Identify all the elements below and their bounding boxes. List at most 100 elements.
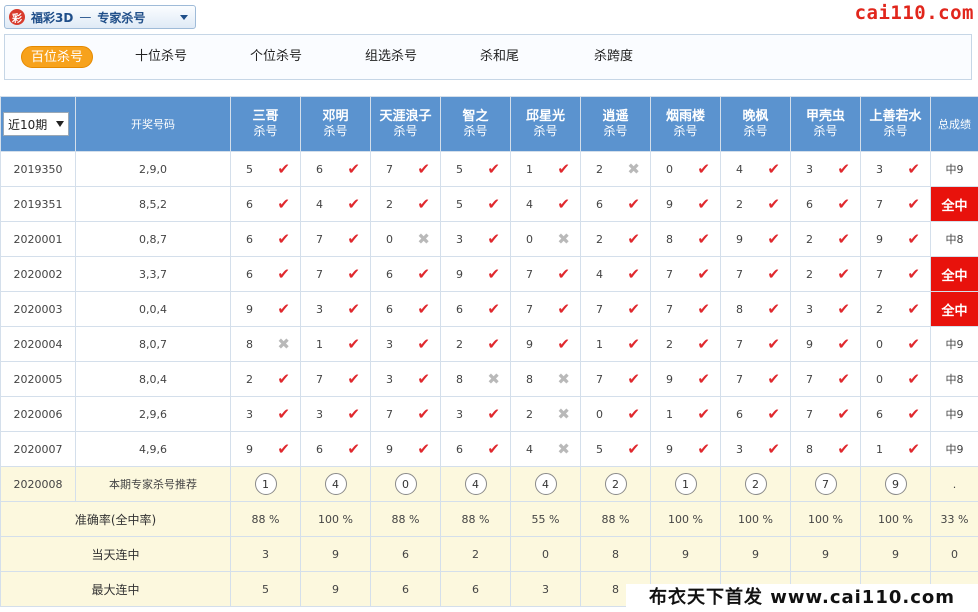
expert-header[interactable]: 智之 杀号 [440, 96, 511, 152]
kill-pick: 2 ✔ [791, 229, 860, 248]
expert-header[interactable]: 逍遥 杀号 [580, 96, 651, 152]
kill-number: 4 [526, 197, 533, 211]
kill-pick-cell: 9 ✔ [230, 291, 301, 327]
expert-name: 邓明 [322, 109, 349, 124]
expert-header[interactable]: 邱星光 杀号 [510, 96, 581, 152]
kill-pick: 2 ✔ [441, 336, 510, 352]
cross-icon: ✖ [487, 369, 500, 388]
checkmark-icon: ✔ [697, 264, 710, 283]
expert-header[interactable]: 三哥 杀号 [230, 96, 301, 152]
stat-value-cell: 100 % [790, 501, 861, 537]
kill-pick-cell: 6 ✔ [790, 186, 861, 222]
kill-number: 1 [316, 337, 323, 351]
period-cell: 2019350 [0, 151, 76, 187]
tab-hundreds-kill[interactable]: 百位杀号 [21, 46, 94, 68]
kill-pick: 5 ✔ [581, 441, 650, 457]
kill-pick: 9 ✔ [861, 231, 930, 247]
tab-units-kill[interactable]: 个位杀号 [250, 46, 302, 68]
checkmark-icon: ✔ [767, 194, 780, 213]
kill-number: 5 [456, 162, 463, 176]
kill-pick: 2 ✔ [651, 336, 720, 352]
recommend-total-cell: . [930, 466, 978, 502]
kill-number: 2 [666, 337, 673, 351]
tab-group-kill[interactable]: 组选杀号 [365, 46, 417, 68]
checkmark-icon: ✔ [557, 159, 570, 178]
stat-total-cell: 0 [930, 536, 978, 572]
tab-tens-kill[interactable]: 十位杀号 [135, 46, 187, 68]
kill-number: 7 [386, 407, 393, 421]
kill-pick-cell: 9 ✔ [650, 361, 721, 397]
period-cell: 2020001 [0, 221, 76, 257]
stat-label: 准确率(全中率) [0, 501, 231, 537]
kill-pick-cell: 6 ✔ [440, 291, 511, 327]
expert-header[interactable]: 晚枫 杀号 [720, 96, 791, 152]
kill-pick: 6 ✔ [861, 406, 930, 422]
kill-pick: 6 ✔ [721, 406, 790, 422]
draw-number-cell: 2,9,0 [75, 151, 231, 187]
expert-header[interactable]: 烟雨楼 杀号 [650, 96, 721, 152]
kill-pick-cell: 2 ✔ [370, 186, 441, 222]
checkmark-icon: ✔ [837, 229, 850, 248]
checkmark-icon: ✔ [417, 369, 430, 388]
kill-pick-cell: 6 ✔ [720, 396, 791, 432]
kill-number: 2 [246, 372, 253, 386]
kill-pick: 9 ✔ [441, 266, 510, 282]
kill-pick: 1 ✔ [861, 441, 930, 457]
tab-sum-tail-kill[interactable]: 杀和尾 [480, 46, 519, 68]
recommend-ball: 9 [884, 473, 907, 495]
checkmark-icon: ✔ [627, 264, 640, 283]
kill-pick: 6 ✔ [441, 441, 510, 457]
table-row: 2020006 2,9,6 3 ✔ 3 ✔ 7 ✔ 3 ✔ 2 ✖ 0 ✔ 1 ✔ 6 ✔ 7 ✔ 6 ✔ 中9 [0, 396, 978, 432]
checkmark-icon: ✔ [837, 439, 850, 458]
recommend-ball: 0 [394, 473, 417, 495]
kill-number: 4 [596, 267, 603, 281]
expert-header[interactable]: 甲壳虫 杀号 [790, 96, 861, 152]
expert-header[interactable]: 上善若水 杀号 [860, 96, 931, 152]
lottery-selector[interactable]: 彩 福彩3D — 专家杀号 [4, 5, 196, 29]
kill-pick: 2 ✖ [511, 406, 580, 422]
kill-pick: 3 ✔ [301, 406, 370, 422]
kill-pick-cell: 7 ✔ [790, 361, 861, 397]
kill-pick: 2 ✔ [791, 266, 860, 282]
expert-header[interactable]: 邓明 杀号 [300, 96, 371, 152]
kill-pick-cell: 3 ✔ [300, 291, 371, 327]
kill-number: 5 [456, 197, 463, 211]
kill-pick-cell: 4 ✔ [580, 256, 651, 292]
kill-pick: 9 ✔ [721, 231, 790, 247]
kill-number: 5 [246, 162, 253, 176]
table-row: 2020007 4,9,6 9 ✔ 6 ✔ 9 ✔ 6 ✔ 4 ✖ 5 ✔ 9 ✔ 3 ✔ 8 ✔ 1 ✔ 中9 [0, 431, 978, 467]
kill-pick-cell: 2 ✔ [790, 221, 861, 257]
period-cell: 2020005 [0, 361, 76, 397]
checkmark-icon: ✔ [627, 194, 640, 213]
expert-header[interactable]: 天涯浪子 杀号 [370, 96, 441, 152]
chevron-down-icon[interactable] [180, 15, 188, 20]
kill-pick-cell: 9 ✔ [650, 186, 721, 222]
kill-pick: 6 ✔ [231, 266, 300, 282]
period-select[interactable]: 近10期 [3, 112, 69, 136]
stat-value-cell: 88 % [230, 501, 301, 537]
checkmark-icon: ✔ [347, 439, 360, 458]
checkmark-icon: ✔ [417, 194, 430, 213]
recommend-cell: 9 [860, 466, 931, 502]
recommend-ball: 4 [324, 473, 347, 495]
table-row: 2020001 0,8,7 6 ✔ 7 ✔ 0 ✖ 3 ✔ 0 ✖ 2 ✔ 8 ✔ 9 ✔ 2 ✔ 9 ✔ 中8 [0, 221, 978, 257]
kill-number: 4 [736, 162, 743, 176]
kill-pick: 9 ✔ [651, 196, 720, 212]
expert-sub-label: 杀号 [253, 124, 278, 138]
expert-sub-label: 杀号 [673, 124, 698, 138]
stat-value-cell: 55 % [510, 501, 581, 537]
kill-pick: 3 ✔ [861, 161, 930, 177]
kill-number: 7 [876, 267, 883, 281]
kill-pick: 6 ✔ [371, 266, 440, 282]
kill-pick: 7 ✔ [721, 336, 790, 352]
kill-pick: 7 ✔ [581, 301, 650, 317]
kill-pick: 6 ✔ [301, 439, 370, 458]
kill-number: 3 [736, 442, 743, 456]
tab-bar: 百位杀号 十位杀号 个位杀号 组选杀号 杀和尾 杀跨度 [4, 34, 972, 80]
kill-pick-cell: 8 ✔ [720, 291, 791, 327]
expert-sub-label: 杀号 [813, 124, 838, 138]
kill-pick-cell: 7 ✔ [650, 256, 721, 292]
kill-number: 9 [876, 232, 883, 246]
kill-number: 6 [386, 267, 393, 281]
tab-span-kill[interactable]: 杀跨度 [594, 46, 633, 68]
